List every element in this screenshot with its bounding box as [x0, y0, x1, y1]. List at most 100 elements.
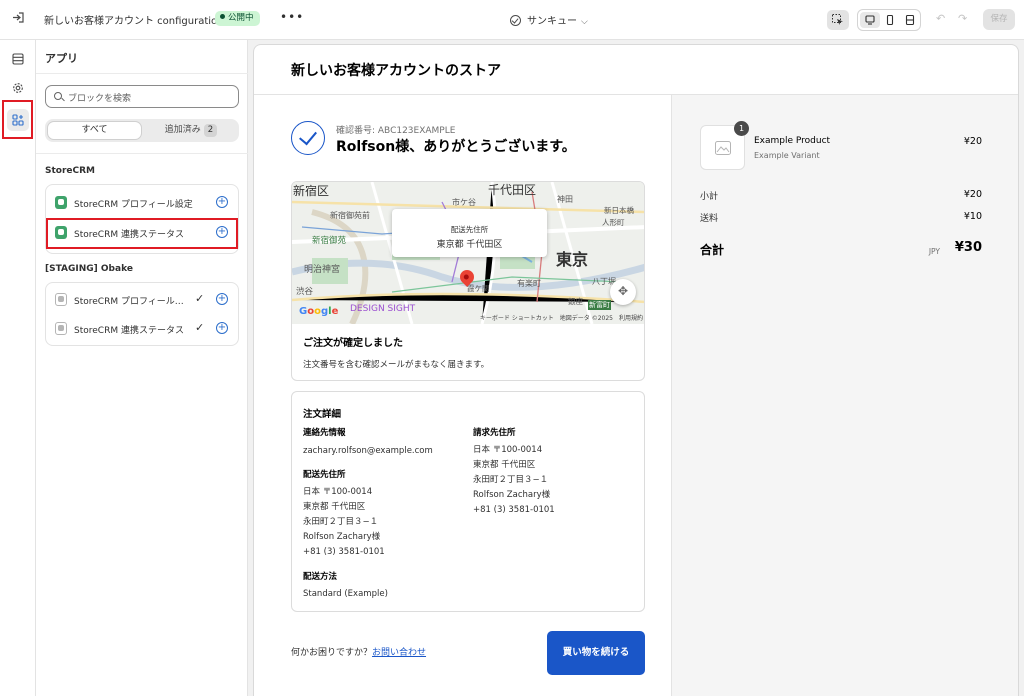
more-actions-button[interactable]: ••• — [280, 10, 304, 24]
app-group-title: [STAGING] Obake — [45, 264, 133, 274]
theme-settings-button[interactable] — [7, 77, 29, 99]
contact-email: zachary.rolfson@example.com — [303, 446, 433, 456]
theme-title: 新しいお客様アカウント configuration — [44, 16, 224, 27]
subtotal-label: 小計 — [700, 192, 719, 202]
mobile-icon — [886, 15, 894, 25]
product-name: Example Product — [754, 136, 831, 146]
add-circle-icon[interactable]: + — [216, 293, 228, 305]
page-selector-label: サンキュー — [527, 16, 577, 27]
map-poi-label: DESIGN SIGHT — [350, 304, 416, 314]
store-title[interactable]: 新しいお客様アカウントのストア — [291, 60, 501, 80]
apps-panel: アプリ ブロックを検索 すべて 追加済み 2 StoreCRM StoreCRM … — [36, 40, 248, 696]
product-variant: Example Variant — [754, 151, 820, 160]
map-label: 明治神宮 — [304, 265, 341, 275]
subtotal-value: ¥20 — [963, 189, 982, 200]
total-value: ¥30 — [954, 240, 982, 255]
status-dot-icon — [220, 14, 225, 19]
continue-shopping-button[interactable]: 買い物を続ける — [547, 631, 645, 675]
map-address-tooltip: 配送先住所 東京都 千代田区 — [392, 209, 547, 257]
app-block-item[interactable]: StoreCRM プロフィール設定 + — [46, 188, 240, 216]
map-label: 新宿御苑 — [312, 236, 347, 246]
map-pan-control-icon[interactable]: ✥ — [610, 279, 636, 305]
tab-all[interactable]: すべて — [47, 121, 142, 140]
map-label: 有楽町 — [517, 279, 541, 288]
map-label: 新日本橋 — [604, 206, 634, 215]
shipping-address-line: 東京都 千代田区 — [303, 502, 366, 512]
map-label: 新富町 — [588, 300, 611, 310]
shipping-label: 送料 — [700, 214, 719, 224]
redo-icon[interactable]: ↷ — [958, 12, 967, 25]
top-bar: 新しいお客様アカウント configuration 公開中 ••• サンキュー ⌵… — [0, 0, 1024, 40]
sections-button[interactable] — [7, 48, 29, 70]
app-group-title: StoreCRM — [45, 166, 96, 176]
app-block-item[interactable]: StoreCRM 連携ステータス ✓ + — [46, 314, 240, 342]
thank-you-heading: Rolfson様、ありがとうございます。 — [336, 139, 576, 155]
order-status-card: 新宿区 千代田区 神田 新宿御苑 新宿御苑前 明治神宮 東京 有楽町 八丁堀 銀… — [291, 181, 645, 381]
map-terms-link[interactable]: 利用規約 — [619, 315, 643, 322]
billing-address-line: 永田町２丁目３−１ — [473, 475, 549, 485]
order-confirmed-message: 注文番号を含む確認メールがまもなく届きます。 — [303, 360, 490, 370]
map-label: 新宿御苑前 — [330, 211, 370, 220]
tooltip-label: 配送先住所 — [450, 225, 489, 234]
divider — [36, 73, 248, 74]
map-label: 千代田区 — [488, 183, 537, 197]
highlight-box-app-block — [46, 218, 238, 249]
save-button[interactable]: 保存 — [983, 9, 1015, 30]
divider — [36, 153, 248, 154]
tab-added[interactable]: 追加済み 2 — [145, 121, 237, 140]
map-shortcuts-link[interactable]: キーボード ショートカット — [480, 315, 554, 322]
app-block-label: StoreCRM 連携ステータス — [74, 326, 184, 336]
google-logo: Google — [299, 306, 339, 317]
shipping-address-line: Rolfson Zachary様 — [303, 532, 381, 542]
add-circle-icon[interactable]: + — [216, 196, 228, 208]
billing-address-line: Rolfson Zachary様 — [473, 490, 551, 500]
order-confirmed-title: ご注文が確定しました — [303, 338, 403, 349]
map-label: 霞ケ関 — [467, 284, 490, 293]
chevron-down-icon: ⌵ — [581, 17, 588, 27]
device-toggle — [857, 9, 921, 31]
app-group-card: StoreCRM プロフィール設定 ✓ + StoreCRM 連携ステータス ✓… — [45, 282, 239, 346]
map-label: 神田 — [557, 195, 573, 204]
add-circle-icon[interactable]: + — [216, 322, 228, 334]
shipping-method: Standard (Example) — [303, 589, 388, 599]
map-label: 渋谷 — [296, 287, 314, 297]
mobile-view-button[interactable] — [880, 12, 900, 28]
gear-icon — [13, 83, 23, 93]
contact-link[interactable]: お問い合わせ — [372, 648, 426, 658]
map-label: 人形町 — [602, 218, 625, 227]
billing-address-line: 日本 〒100-0014 — [473, 445, 543, 455]
panel-title: アプリ — [45, 52, 78, 65]
app-block-item[interactable]: StoreCRM プロフィール設定 ✓ + — [46, 285, 240, 313]
store-header: 新しいお客様アカウントのストア — [254, 45, 1018, 95]
map-label-tokyo: 東京 — [556, 250, 589, 269]
app-block-icon — [55, 322, 67, 335]
store-preview: 新しいお客様アカウントのストア 確認番号: ABC123EXAMPLE Rolf… — [253, 44, 1019, 696]
sections-icon — [12, 53, 24, 65]
order-details-title: 注文詳細 — [303, 409, 342, 420]
tab-added-count: 2 — [203, 124, 218, 137]
map-label: 銀座 — [568, 297, 583, 306]
shipping-address-line: 日本 〒100-0014 — [303, 487, 373, 497]
map-label: 新宿区 — [293, 184, 330, 198]
help-text: 何かお困りですか？お問い合わせ — [291, 645, 426, 658]
desktop-view-button[interactable] — [860, 12, 880, 28]
undo-icon[interactable]: ↶ — [936, 12, 945, 25]
desktop-icon — [865, 15, 875, 25]
page-selector[interactable]: サンキュー ⌵ — [510, 12, 588, 27]
exit-icon[interactable] — [12, 11, 26, 29]
currency-code: JPY — [928, 247, 940, 256]
confirmation-number: 確認番号: ABC123EXAMPLE — [336, 126, 456, 136]
image-placeholder-icon — [715, 141, 731, 155]
inspector-toggle-button[interactable] — [827, 10, 849, 30]
app-block-label: StoreCRM プロフィール設定 — [74, 200, 193, 210]
block-search-input[interactable]: ブロックを検索 — [45, 85, 239, 108]
tooltip-value: 東京都 千代田区 — [436, 240, 503, 250]
quantity-badge: 1 — [734, 121, 749, 136]
app-block-icon — [55, 196, 67, 209]
order-summary: 1 Example Product Example Variant ¥20 小計… — [671, 95, 1018, 696]
shipping-address-line: +81 (3) 3581-0101 — [303, 547, 385, 557]
fullscreen-view-button[interactable] — [900, 12, 920, 28]
map[interactable]: 新宿区 千代田区 神田 新宿御苑 新宿御苑前 明治神宮 東京 有楽町 八丁堀 銀… — [292, 182, 644, 324]
map-attribution: キーボード ショートカット 地図データ ©2025 利用規約 — [474, 313, 643, 322]
billing-address-line: +81 (3) 3581-0101 — [473, 505, 555, 515]
